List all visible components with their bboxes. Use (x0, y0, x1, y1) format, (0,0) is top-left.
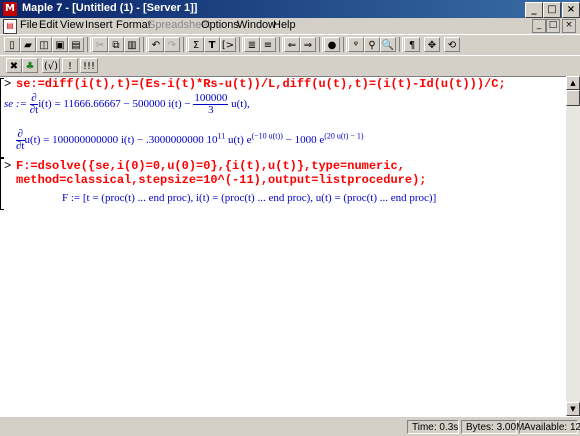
output-F: F := [t = (proc(t) ... end proc), i(t) =… (62, 192, 437, 204)
input-command-1[interactable]: se:=diff(i(t),t)=(Es-i(t)*Rs-u(t))/L,dif… (16, 77, 506, 91)
menu-view[interactable]: View (60, 19, 84, 31)
status-bar: Time: 0.3s Bytes: 3.00M Available: 123M (0, 416, 580, 436)
cut-icon[interactable]: ✂ (92, 37, 108, 52)
paste-icon[interactable]: ▥ (124, 37, 140, 52)
document-icon[interactable]: ▤ (3, 19, 17, 34)
scroll-down-icon[interactable]: ▼ (566, 402, 580, 416)
back-arrow-icon[interactable]: ⇐ (284, 37, 300, 52)
status-time: Time: 0.3s (407, 420, 459, 434)
insert-prompt-icon[interactable]: [> (220, 37, 236, 52)
maximize-button[interactable]: □ (543, 2, 561, 18)
zoom-small-icon[interactable]: ᵠ (348, 37, 364, 52)
toolbar-separator (343, 37, 347, 52)
redo-icon[interactable]: ↷ (164, 37, 180, 52)
toolbar-separator (239, 37, 243, 52)
title-bar: M Maple 7 - [Untitled (1) - [Server 1]] … (0, 0, 580, 18)
copy-icon[interactable]: ⧉ (108, 37, 124, 52)
context-toolbar: ✖ ♣ (√) ! !!! (0, 55, 580, 77)
outdent-icon[interactable]: ≡ (260, 37, 276, 52)
menu-file[interactable]: File (20, 19, 38, 31)
status-bytes: Bytes: 3.00M (461, 420, 524, 434)
worksheet[interactable]: > se:=diff(i(t),t)=(Es-i(t)*Rs-u(t))/L,d… (0, 76, 566, 417)
maple-app-icon[interactable]: M (3, 2, 17, 16)
menu-insert[interactable]: Insert (85, 19, 113, 31)
plant-icon[interactable]: ♣ (22, 58, 38, 73)
main-toolbar: ▯ ▰ ◫ ▣ ▤ ✂ ⧉ ▥ ↶ ↷ Σ T [> ≣ ≡ ⇐ ⇒ ● ᵠ ⚲… (0, 34, 580, 56)
toolbar-separator (279, 37, 283, 52)
sigma-icon[interactable]: Σ (188, 37, 204, 52)
execute-all-button[interactable]: !!! (80, 58, 98, 73)
check-syntax-icon[interactable]: (√) (42, 58, 60, 73)
menu-window[interactable]: Window (237, 19, 276, 31)
vertical-scrollbar[interactable]: ▲ ▼ (566, 76, 580, 416)
output-se: se := ∂ ∂t i(t) = 11666.66667 − 500000 i(t… (4, 92, 250, 116)
open-folder-icon[interactable]: ▰ (20, 37, 36, 52)
window-title: Maple 7 - [Untitled (1) - [Server 1]] (22, 2, 198, 14)
status-available: Available: 123M (519, 420, 580, 434)
toolbar-separator (183, 37, 187, 52)
print-icon[interactable]: ▤ (68, 37, 84, 52)
indent-icon[interactable]: ≣ (244, 37, 260, 52)
doc-close-button[interactable]: × (562, 19, 576, 33)
menu-help[interactable]: Help (273, 19, 296, 31)
close-button[interactable]: × (562, 2, 580, 18)
doc-minimize-button[interactable]: _ (532, 19, 546, 33)
close-x-icon[interactable]: ✖ (6, 58, 22, 73)
toolbar-separator (87, 37, 91, 52)
zoom-large-icon[interactable]: 🔍 (380, 37, 396, 52)
undo-icon[interactable]: ↶ (148, 37, 164, 52)
menu-bar: ▤ File Edit View Insert Format Spreadshe… (0, 18, 580, 34)
scroll-thumb[interactable] (566, 90, 580, 106)
text-mode-icon[interactable]: T (204, 37, 220, 52)
stop-icon[interactable]: ● (324, 37, 340, 52)
zoom-medium-icon[interactable]: ⚲ (364, 37, 380, 52)
menu-format[interactable]: Format (116, 19, 151, 31)
expand-icon[interactable]: ✥ (424, 37, 440, 52)
toolbar-separator (319, 37, 323, 52)
input-prompt: > (4, 159, 12, 173)
new-file-icon[interactable]: ▯ (4, 37, 20, 52)
partial-derivative: ∂ ∂t (16, 128, 25, 152)
input-prompt: > (4, 77, 12, 91)
forward-arrow-icon[interactable]: ⇒ (300, 37, 316, 52)
open-url-icon[interactable]: ◫ (36, 37, 52, 52)
execute-button[interactable]: ! (62, 58, 78, 73)
save-icon[interactable]: ▣ (52, 37, 68, 52)
input-command-2-line1[interactable]: F:=dsolve({se,i(0)=0,u(0)=0},{i(t),u(t)}… (16, 159, 405, 173)
scroll-up-icon[interactable]: ▲ (566, 76, 580, 90)
doc-restore-button[interactable]: □ (546, 19, 560, 33)
input-command-2-line2[interactable]: method=classical,stepsize=10^(-11),outpu… (16, 173, 426, 187)
output-se-lhs: se := (4, 98, 27, 111)
partial-derivative: ∂ ∂t (29, 92, 39, 116)
minimize-button[interactable]: _ (525, 2, 543, 18)
menu-options[interactable]: Options (201, 19, 239, 31)
output-se-second-equation: ∂ ∂t u(t) = 100000000000 i(t) − .300000000… (16, 128, 364, 152)
menu-edit[interactable]: Edit (39, 19, 58, 31)
pilcrow-icon[interactable]: ¶ (404, 37, 420, 52)
toolbar-separator (399, 37, 403, 52)
toolbar-separator (143, 37, 147, 52)
restart-icon[interactable]: ⟲ (444, 37, 460, 52)
fraction: 100000 3 (193, 92, 229, 116)
